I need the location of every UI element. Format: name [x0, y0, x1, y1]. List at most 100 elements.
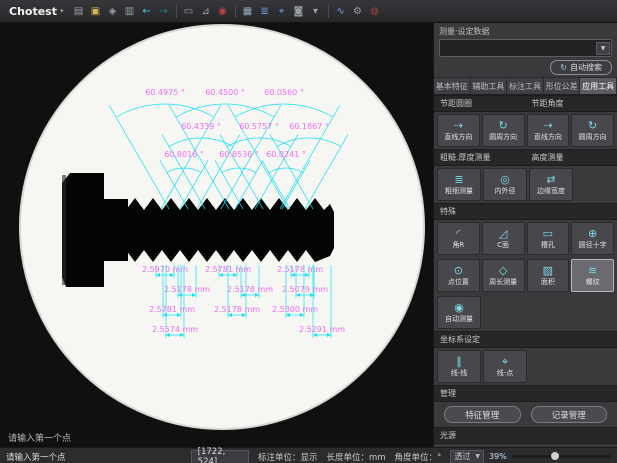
tab-app-tools[interactable]: 应用工具 [580, 78, 617, 94]
tool-label: 自动测量 [445, 314, 473, 324]
camera-caret-icon[interactable]: ▾ [308, 4, 324, 19]
pitch-label: 2.5079 mm [282, 285, 328, 294]
tab-aux-tools[interactable]: 辅助工具 [471, 78, 508, 94]
tool-inner-outer-diameter[interactable]: ◎内外径 [483, 168, 527, 201]
section-header: 节距角度 [526, 95, 617, 112]
right-panel: 测量·设定数据 ▼ ↻ 自动搜索 基本特征辅助工具标注工具形位公差应用工具 节距… [433, 23, 617, 447]
tool-circle-cross[interactable]: ⊕圆径十字 [571, 222, 614, 255]
circular-direction-angle-icon: ↻ [588, 119, 597, 132]
c-face-icon: ◿ [499, 227, 507, 240]
auto-measure-icon: ◉ [454, 301, 464, 314]
tool-edge-width[interactable]: ⇄边缘宽度 [529, 168, 573, 201]
thread-icon: ≋ [588, 264, 597, 277]
canvas-graphics: 60.4975 °60.4500 °60.0560 °60.4339 °60.5… [0, 23, 433, 447]
cursor-coordinates: [1722, 524] [191, 450, 249, 463]
chart-icon[interactable]: ≣ [257, 4, 273, 19]
tab-annotation-tools[interactable]: 标注工具 [507, 78, 544, 94]
undo-arrow-icon[interactable]: ← [139, 4, 155, 19]
section-header: 管理 [434, 385, 617, 402]
feature-manage-button[interactable]: 特征管理 [444, 406, 521, 423]
tab-basic-features[interactable]: 基本特征 [434, 78, 471, 94]
settings-icon[interactable]: ⚙ [350, 4, 366, 19]
tool-line-point[interactable]: ⌖线-点 [483, 350, 527, 383]
chevron-down-icon: ▼ [596, 42, 610, 55]
tool-label: 线-线 [451, 368, 468, 378]
panel-tabs: 基本特征辅助工具标注工具形位公差应用工具 [434, 77, 617, 95]
tool-thread[interactable]: ≋螺纹 [571, 259, 614, 292]
brand-button[interactable]: Chotest ▾ [4, 5, 69, 18]
ruler-icon[interactable]: ▭ [181, 4, 197, 19]
tool-thickness-measure[interactable]: ≣粗细测量 [437, 168, 481, 201]
tool-label: 点位置 [448, 277, 469, 287]
pitch-label: 2.5178 mm [277, 265, 323, 274]
tool-corner-r[interactable]: ◜角R [437, 222, 480, 255]
record-icon[interactable]: ◉ [215, 4, 231, 19]
angle-label: 60.4500 ° [205, 88, 245, 97]
pitch-label: 2.5178 mm [164, 285, 210, 294]
linear-direction-pitch-icon: ⇢ [454, 119, 463, 132]
brand-label: Chotest [9, 5, 57, 18]
refresh-icon: ↻ [560, 63, 567, 72]
pitch-label: 2.5300 mm [272, 305, 318, 314]
point-position-icon: ⊙ [454, 264, 463, 277]
light-slider-thumb[interactable] [551, 452, 559, 460]
tool-area[interactable]: ▨面积 [527, 259, 570, 292]
line-point-icon: ⌖ [502, 355, 508, 368]
tool-label: 圆周方向 [489, 132, 517, 142]
tool-label: 螺纹 [586, 277, 600, 287]
toolbar-divider [176, 5, 177, 18]
tool-label: 直线方向 [444, 132, 472, 142]
angle-label: 60.0241 ° [266, 150, 306, 159]
pitch-label: 2.5291 mm [299, 325, 345, 334]
light-slider[interactable] [512, 455, 611, 458]
measurement-canvas[interactable]: 60.4975 °60.4500 °60.0560 °60.4339 °60.5… [0, 23, 433, 447]
light-controls: 透过 ▼ 39% [450, 450, 617, 463]
protractor-icon[interactable]: ⊿ [198, 4, 214, 19]
snapshot-icon[interactable]: ▣ [88, 4, 104, 19]
redo-arrow-icon[interactable]: → [156, 4, 172, 19]
pitch-label: 2.5574 mm [152, 325, 198, 334]
power-icon[interactable]: ◍ [367, 4, 383, 19]
camera-icon[interactable]: ◙ [291, 4, 307, 19]
panel-header: 测量·设定数据 ▼ ↻ 自动搜索 [434, 23, 617, 77]
angle-label: 60.4339 ° [181, 122, 221, 131]
tool-slot[interactable]: ▭槽孔 [527, 222, 570, 255]
record-manage-button[interactable]: 记录管理 [531, 406, 608, 423]
angle-label: 60.4975 ° [145, 88, 185, 97]
tool-label: 内外径 [495, 186, 516, 196]
chevron-down-icon: ▼ [475, 453, 480, 460]
grid-icon[interactable]: ▦ [240, 4, 256, 19]
tool-c-face[interactable]: ◿C面 [482, 222, 525, 255]
tag-icon[interactable]: ◈ [105, 4, 121, 19]
tool-label: 直线方向 [534, 132, 562, 142]
tool-auto-measure[interactable]: ◉自动测量 [437, 296, 481, 329]
tool-circular-direction-angle[interactable]: ↻圆周方向 [571, 114, 614, 147]
angle-label: 60.8016 ° [164, 150, 204, 159]
circle-cross-icon: ⊕ [588, 227, 597, 240]
auto-search-label: 自动搜索 [570, 62, 602, 73]
tool-label: 槽孔 [541, 240, 555, 250]
tab-form-tolerance[interactable]: 形位公差 [544, 78, 581, 94]
angle-label: 60.1867 ° [289, 122, 329, 131]
angle-unit-label: 角度单位：° [395, 451, 442, 463]
target-icon[interactable]: ⌖ [274, 4, 290, 19]
tool-label: 粗细测量 [445, 186, 473, 196]
auto-search-button[interactable]: ↻ 自动搜索 [550, 60, 612, 75]
panel-body: 节距圆圈节距角度⇢直线方向↻圆周方向⇢直线方向↻圆周方向粗糙.厚度测量高度测量≣… [434, 95, 617, 447]
tool-line-line[interactable]: ∥线-线 [437, 350, 481, 383]
canvas-hint: 请输入第一个点 [8, 431, 71, 444]
tool-linear-direction-pitch[interactable]: ⇢直线方向 [437, 114, 480, 147]
tool-circular-direction-pitch[interactable]: ↻圆周方向 [482, 114, 525, 147]
wave-icon[interactable]: ∿ [333, 4, 349, 19]
panel-title: 测量·设定数据 [439, 26, 612, 37]
tool-perimeter-measure[interactable]: ◇周长测量 [482, 259, 525, 292]
toolbar-icon-group: ▤▣◈▥←→ ▭⊿◉ ▦≣⌖◙▾ ∿⚙◍ [71, 4, 383, 19]
status-hint: 请输入第一个点 [0, 451, 191, 463]
tool-linear-direction-angle[interactable]: ⇢直线方向 [527, 114, 570, 147]
film-icon[interactable]: ▥ [122, 4, 138, 19]
light-mode-dropdown[interactable]: 透过 ▼ [450, 450, 484, 463]
data-select-dropdown[interactable]: ▼ [439, 39, 612, 57]
layers-icon[interactable]: ▤ [71, 4, 87, 19]
pitch-label: 2.5781 mm [149, 305, 195, 314]
tool-point-position[interactable]: ⊙点位置 [437, 259, 480, 292]
